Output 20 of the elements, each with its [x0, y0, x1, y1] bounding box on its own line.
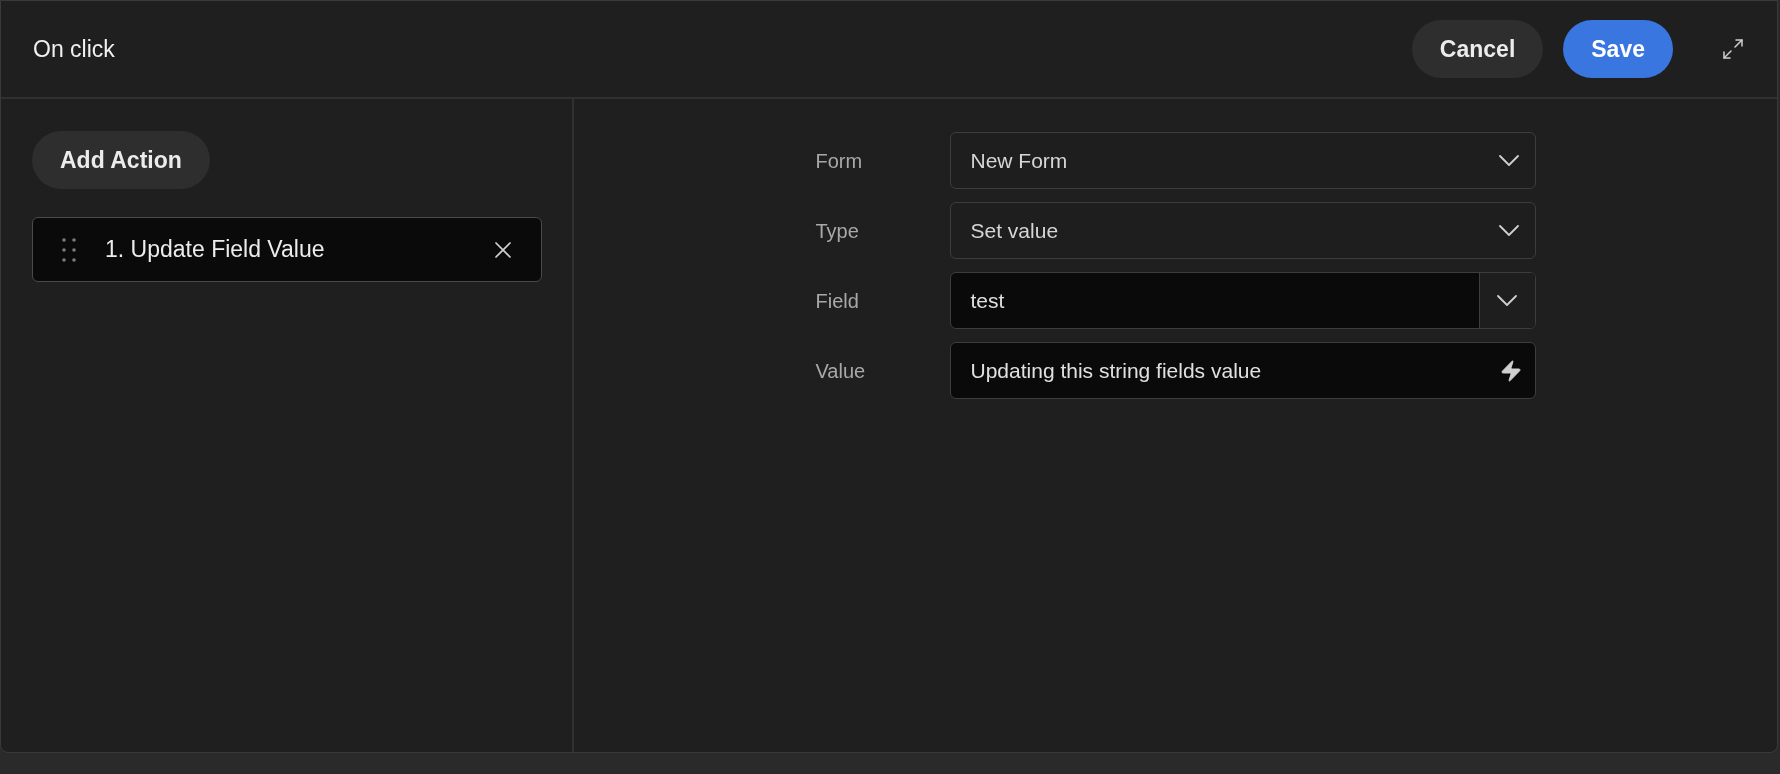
lightning-icon[interactable] — [1498, 358, 1523, 383]
expand-icon[interactable] — [1721, 37, 1745, 61]
drag-handle-icon[interactable] — [61, 236, 77, 263]
field-label: Form — [815, 148, 864, 174]
field-label: Field — [815, 288, 860, 314]
input-field[interactable]: Updating this string fields value — [949, 342, 1536, 399]
field-label: Type — [815, 218, 860, 244]
combo-field[interactable]: test — [949, 272, 1536, 329]
chevron-down-icon — [1498, 155, 1519, 166]
chevron-down-icon[interactable] — [1497, 295, 1517, 306]
field-label: Value — [815, 358, 867, 384]
action-label: 1. Update Field Value — [105, 235, 326, 265]
dialog-title: On click — [33, 34, 116, 64]
select-field[interactable]: Set value — [949, 202, 1536, 259]
add-action-button[interactable]: Add Action — [32, 131, 210, 189]
action-item[interactable]: 1. Update Field Value — [32, 217, 542, 282]
select-field[interactable]: New Form — [949, 132, 1536, 189]
cancel-button[interactable]: Cancel — [1411, 20, 1544, 78]
chevron-down-icon — [1498, 225, 1519, 236]
save-button[interactable]: Save — [1563, 20, 1673, 78]
